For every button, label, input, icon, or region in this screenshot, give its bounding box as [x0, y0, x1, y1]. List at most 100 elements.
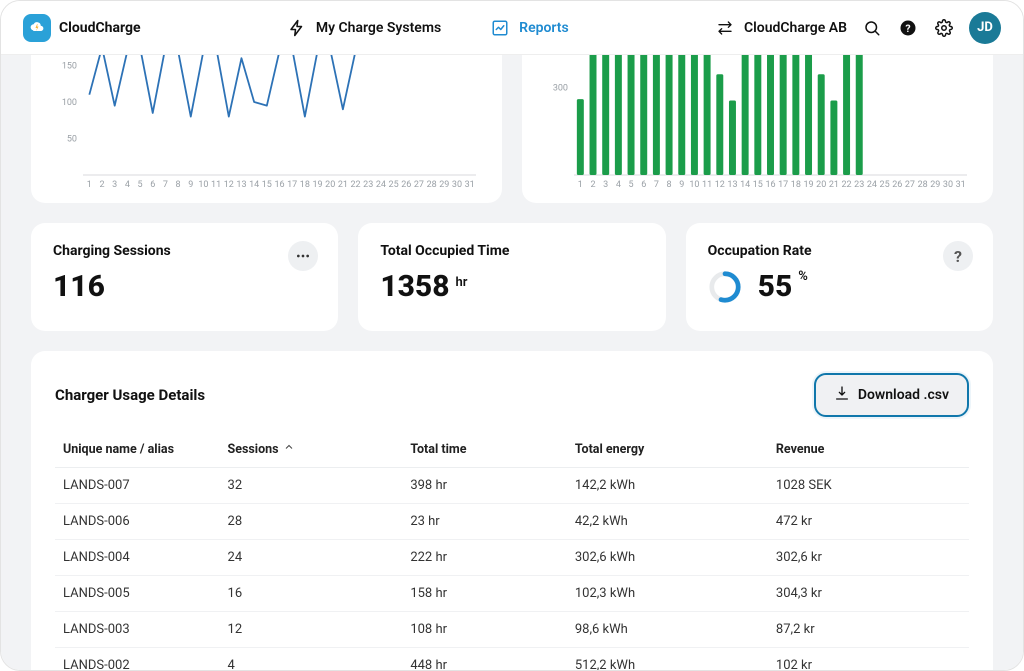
table-row[interactable]: LANDS-0024448 hr512,2 kWh102 kr — [55, 648, 969, 671]
stat-title: Total Occupied Time — [380, 243, 643, 259]
cell-revenue: 302,6 kr — [768, 540, 969, 576]
stat-unit: hr — [456, 275, 468, 290]
cell-total_time: 108 hr — [402, 612, 567, 648]
svg-text:29: 29 — [930, 180, 940, 190]
sort-asc-icon — [283, 441, 295, 457]
usage-table-card: Charger Usage Details Download .csv Uniq… — [31, 351, 993, 670]
svg-text:26: 26 — [892, 180, 902, 190]
cell-total_time: 398 hr — [402, 468, 567, 504]
cell-total_time: 222 hr — [402, 540, 567, 576]
cell-sessions: 28 — [220, 504, 403, 540]
cell-sessions: 24 — [220, 540, 403, 576]
brand[interactable]: CloudCharge — [23, 14, 141, 42]
col-revenue[interactable]: Revenue — [768, 431, 969, 468]
cell-total_time: 23 hr — [402, 504, 567, 540]
svg-text:13: 13 — [727, 180, 737, 190]
org-name: CloudCharge AB — [744, 20, 847, 36]
stat-value: 55 — [758, 269, 793, 304]
nav-my-charge-systems[interactable]: My Charge Systems — [282, 11, 445, 45]
svg-text:10: 10 — [198, 180, 208, 190]
cell-sessions: 12 — [220, 612, 403, 648]
svg-text:7: 7 — [654, 180, 659, 190]
charts-row: 5010015012345678910111213141516171819202… — [31, 55, 993, 203]
cell-total_time: 448 hr — [402, 648, 567, 671]
table-row[interactable]: LANDS-00732398 hr142,2 kWh1028 SEK — [55, 468, 969, 504]
svg-text:9: 9 — [188, 180, 193, 190]
stat-title: Occupation Rate — [708, 243, 971, 259]
cell-name: LANDS-007 — [55, 468, 220, 504]
help-button[interactable]: ? — [943, 241, 973, 271]
cell-total_energy: 98,6 kWh — [567, 612, 768, 648]
svg-text:24: 24 — [376, 180, 386, 190]
cell-name: LANDS-004 — [55, 540, 220, 576]
svg-text:7: 7 — [163, 180, 168, 190]
download-csv-button[interactable]: Download .csv — [814, 373, 969, 417]
nav-label: Reports — [519, 20, 569, 36]
cell-sessions: 4 — [220, 648, 403, 671]
col-name[interactable]: Unique name / alias — [55, 431, 220, 468]
stat-value: 1358 — [380, 269, 449, 304]
svg-text:4: 4 — [125, 180, 130, 190]
col-total-time[interactable]: Total time — [402, 431, 567, 468]
more-button[interactable] — [288, 241, 318, 271]
svg-text:27: 27 — [905, 180, 915, 190]
svg-text:2: 2 — [590, 180, 595, 190]
svg-text:12: 12 — [715, 180, 725, 190]
svg-text:17: 17 — [778, 180, 788, 190]
cell-name: LANDS-002 — [55, 648, 220, 671]
brand-name: CloudCharge — [59, 20, 141, 36]
download-icon — [834, 385, 850, 405]
col-sessions[interactable]: Sessions — [220, 431, 403, 468]
table-row[interactable]: LANDS-00312108 hr98,6 kWh87,2 kr — [55, 612, 969, 648]
svg-text:3: 3 — [112, 180, 117, 190]
svg-text:21: 21 — [829, 180, 839, 190]
svg-text:18: 18 — [791, 180, 801, 190]
cell-revenue: 87,2 kr — [768, 612, 969, 648]
table-row[interactable]: LANDS-00424222 hr302,6 kWh302,6 kr — [55, 540, 969, 576]
svg-text:14: 14 — [249, 180, 259, 190]
svg-text:29: 29 — [439, 180, 449, 190]
cell-total_energy: 42,2 kWh — [567, 504, 768, 540]
svg-text:17: 17 — [287, 180, 297, 190]
bar-chart: 3004501234567891011121314151617181920212… — [542, 55, 973, 193]
svg-text:23: 23 — [363, 180, 373, 190]
svg-text:12: 12 — [224, 180, 234, 190]
col-total-energy[interactable]: Total energy — [567, 431, 768, 468]
usage-table: Unique name / alias Sessions Total time … — [55, 431, 969, 670]
cell-revenue: 472 kr — [768, 504, 969, 540]
svg-text:14: 14 — [740, 180, 750, 190]
chart-icon — [489, 17, 511, 39]
cell-total_energy: 142,2 kWh — [567, 468, 768, 504]
svg-text:13: 13 — [236, 180, 246, 190]
nav-right: CloudCharge AB ? JD — [714, 12, 1001, 44]
nav-reports[interactable]: Reports — [485, 11, 573, 45]
cell-sessions: 32 — [220, 468, 403, 504]
org-switcher[interactable]: CloudCharge AB — [714, 17, 847, 39]
svg-text:31: 31 — [465, 180, 475, 190]
table-row[interactable]: LANDS-00516158 hr102,3 kWh304,3 kr — [55, 576, 969, 612]
body-area: 5010015012345678910111213141516171819202… — [1, 55, 1023, 670]
cell-total_energy: 512,2 kWh — [567, 648, 768, 671]
stat-unit: % — [798, 269, 808, 284]
svg-text:300: 300 — [553, 83, 568, 93]
cell-revenue: 102 kr — [768, 648, 969, 671]
svg-text:26: 26 — [401, 180, 411, 190]
svg-text:8: 8 — [667, 180, 672, 190]
search-icon[interactable] — [861, 17, 883, 39]
svg-text:19: 19 — [803, 180, 813, 190]
gear-icon[interactable] — [933, 17, 955, 39]
cell-revenue: 304,3 kr — [768, 576, 969, 612]
svg-text:20: 20 — [816, 180, 826, 190]
svg-text:4: 4 — [616, 180, 621, 190]
cell-name: LANDS-003 — [55, 612, 220, 648]
cell-sessions: 16 — [220, 576, 403, 612]
svg-text:1: 1 — [578, 180, 583, 190]
switch-icon — [714, 17, 736, 39]
svg-text:20: 20 — [325, 180, 335, 190]
svg-text:?: ? — [905, 21, 910, 34]
svg-text:15: 15 — [262, 180, 272, 190]
stats-row: Charging Sessions 116 Total Occupied Tim… — [31, 223, 993, 331]
table-row[interactable]: LANDS-0062823 hr42,2 kWh472 kr — [55, 504, 969, 540]
avatar[interactable]: JD — [969, 12, 1001, 44]
help-icon[interactable]: ? — [897, 17, 919, 39]
